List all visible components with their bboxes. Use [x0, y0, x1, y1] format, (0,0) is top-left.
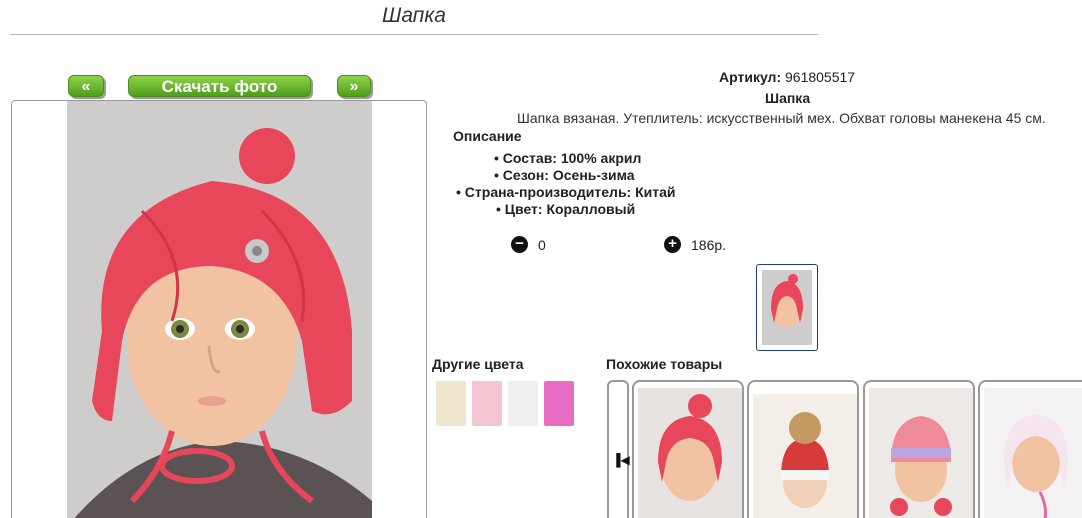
color-option-cream[interactable]	[436, 381, 466, 426]
main-product-photo[interactable]	[11, 100, 427, 518]
similar-product-image	[638, 388, 742, 518]
thumbnail-image	[762, 270, 812, 345]
other-colors-heading: Другие цвета	[432, 356, 524, 372]
similar-carousel-prev[interactable]: ▐◀	[607, 380, 630, 518]
minus-circle-icon[interactable]: −	[511, 236, 528, 253]
page-title: Шапка	[382, 4, 446, 27]
article-value: 961805517	[785, 69, 856, 85]
product-description: Шапка вязаная. Утеплитель: искусственный…	[517, 110, 1046, 126]
product-thumbnail[interactable]	[756, 264, 818, 351]
hat-illustration	[74, 128, 372, 518]
download-photo-button[interactable]: Скачать фото	[128, 75, 311, 97]
color-option-magenta[interactable]	[544, 381, 574, 426]
similar-product-card[interactable]	[747, 380, 859, 518]
article-line: Артикул: 961805517	[719, 69, 855, 85]
skip-back-icon: ▐◀	[612, 453, 630, 467]
spec-country: • Страна-производитель: Китай	[456, 184, 676, 200]
quantity-value: 0	[538, 237, 546, 253]
product-name: Шапка	[765, 90, 811, 106]
similar-product-card[interactable]	[863, 380, 975, 518]
color-option-pink[interactable]	[472, 381, 502, 426]
similar-product-image	[984, 388, 1082, 518]
prev-photo-button[interactable]: «	[68, 75, 104, 97]
article-label: Артикул:	[719, 69, 782, 85]
next-photo-button[interactable]: »	[337, 75, 371, 97]
similar-product-card[interactable]	[632, 380, 744, 518]
title-divider	[10, 34, 818, 35]
plus-circle-icon[interactable]: +	[664, 236, 681, 253]
color-option-white[interactable]	[508, 381, 538, 426]
spec-season: • Сезон: Осень-зима	[494, 167, 635, 183]
spec-color: • Цвет: Коралловый	[496, 201, 636, 217]
spec-composition: • Состав: 100% акрил	[494, 150, 642, 166]
price: 186р.	[691, 237, 727, 253]
similar-product-card[interactable]	[978, 380, 1082, 518]
similar-product-image	[869, 388, 973, 518]
similar-products-heading: Похожие товары	[606, 356, 723, 372]
description-heading: Описание	[453, 128, 522, 144]
similar-product-image	[753, 394, 857, 518]
